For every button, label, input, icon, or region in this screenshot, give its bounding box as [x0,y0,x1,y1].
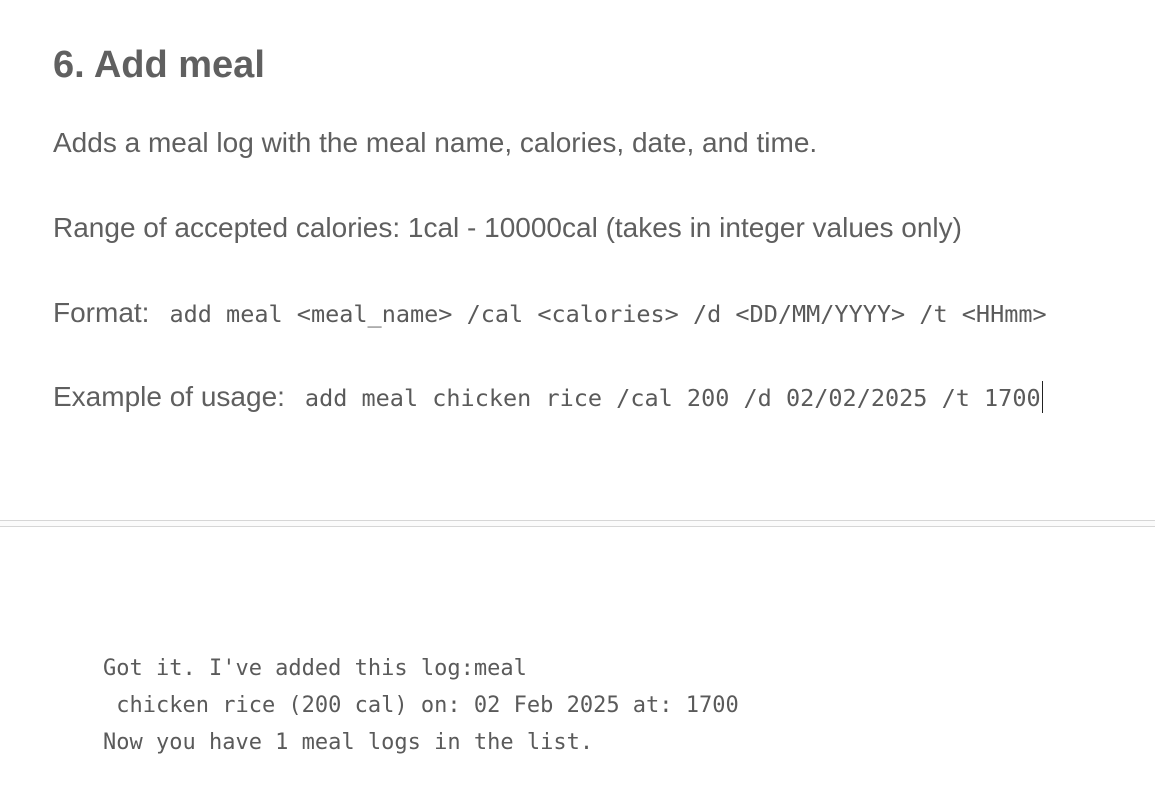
command-output: Got it. I've added this log:meal chicken… [103,650,739,761]
output-line-meal-details: chicken rice (200 cal) on: 02 Feb 2025 a… [103,693,739,718]
format-label: Format: [53,297,150,328]
format-line: Format: add meal <meal_name> /cal <calori… [53,296,1047,331]
calorie-range-text: Range of accepted calories: 1cal - 10000… [53,212,962,243]
doc-section-add-meal: 6. Add meal Adds a meal log with the mea… [0,0,1155,520]
section-description: Adds a meal log with the meal name, calo… [53,127,818,158]
example-line: Example of usage: add meal chicken rice /… [53,380,1043,415]
text-cursor [1041,381,1043,413]
example-label: Example of usage: [53,381,285,412]
format-code: add meal <meal_name> /cal <calories> /d … [169,300,1047,328]
output-line-confirm: Got it. I've added this log:meal [103,656,527,681]
example-code: add meal chicken rice /cal 200 /d 02/02/… [304,384,1041,412]
output-line-count: Now you have 1 meal logs in the list. [103,730,594,755]
section-title: 6. Add meal [53,44,265,86]
section-divider [0,520,1155,527]
